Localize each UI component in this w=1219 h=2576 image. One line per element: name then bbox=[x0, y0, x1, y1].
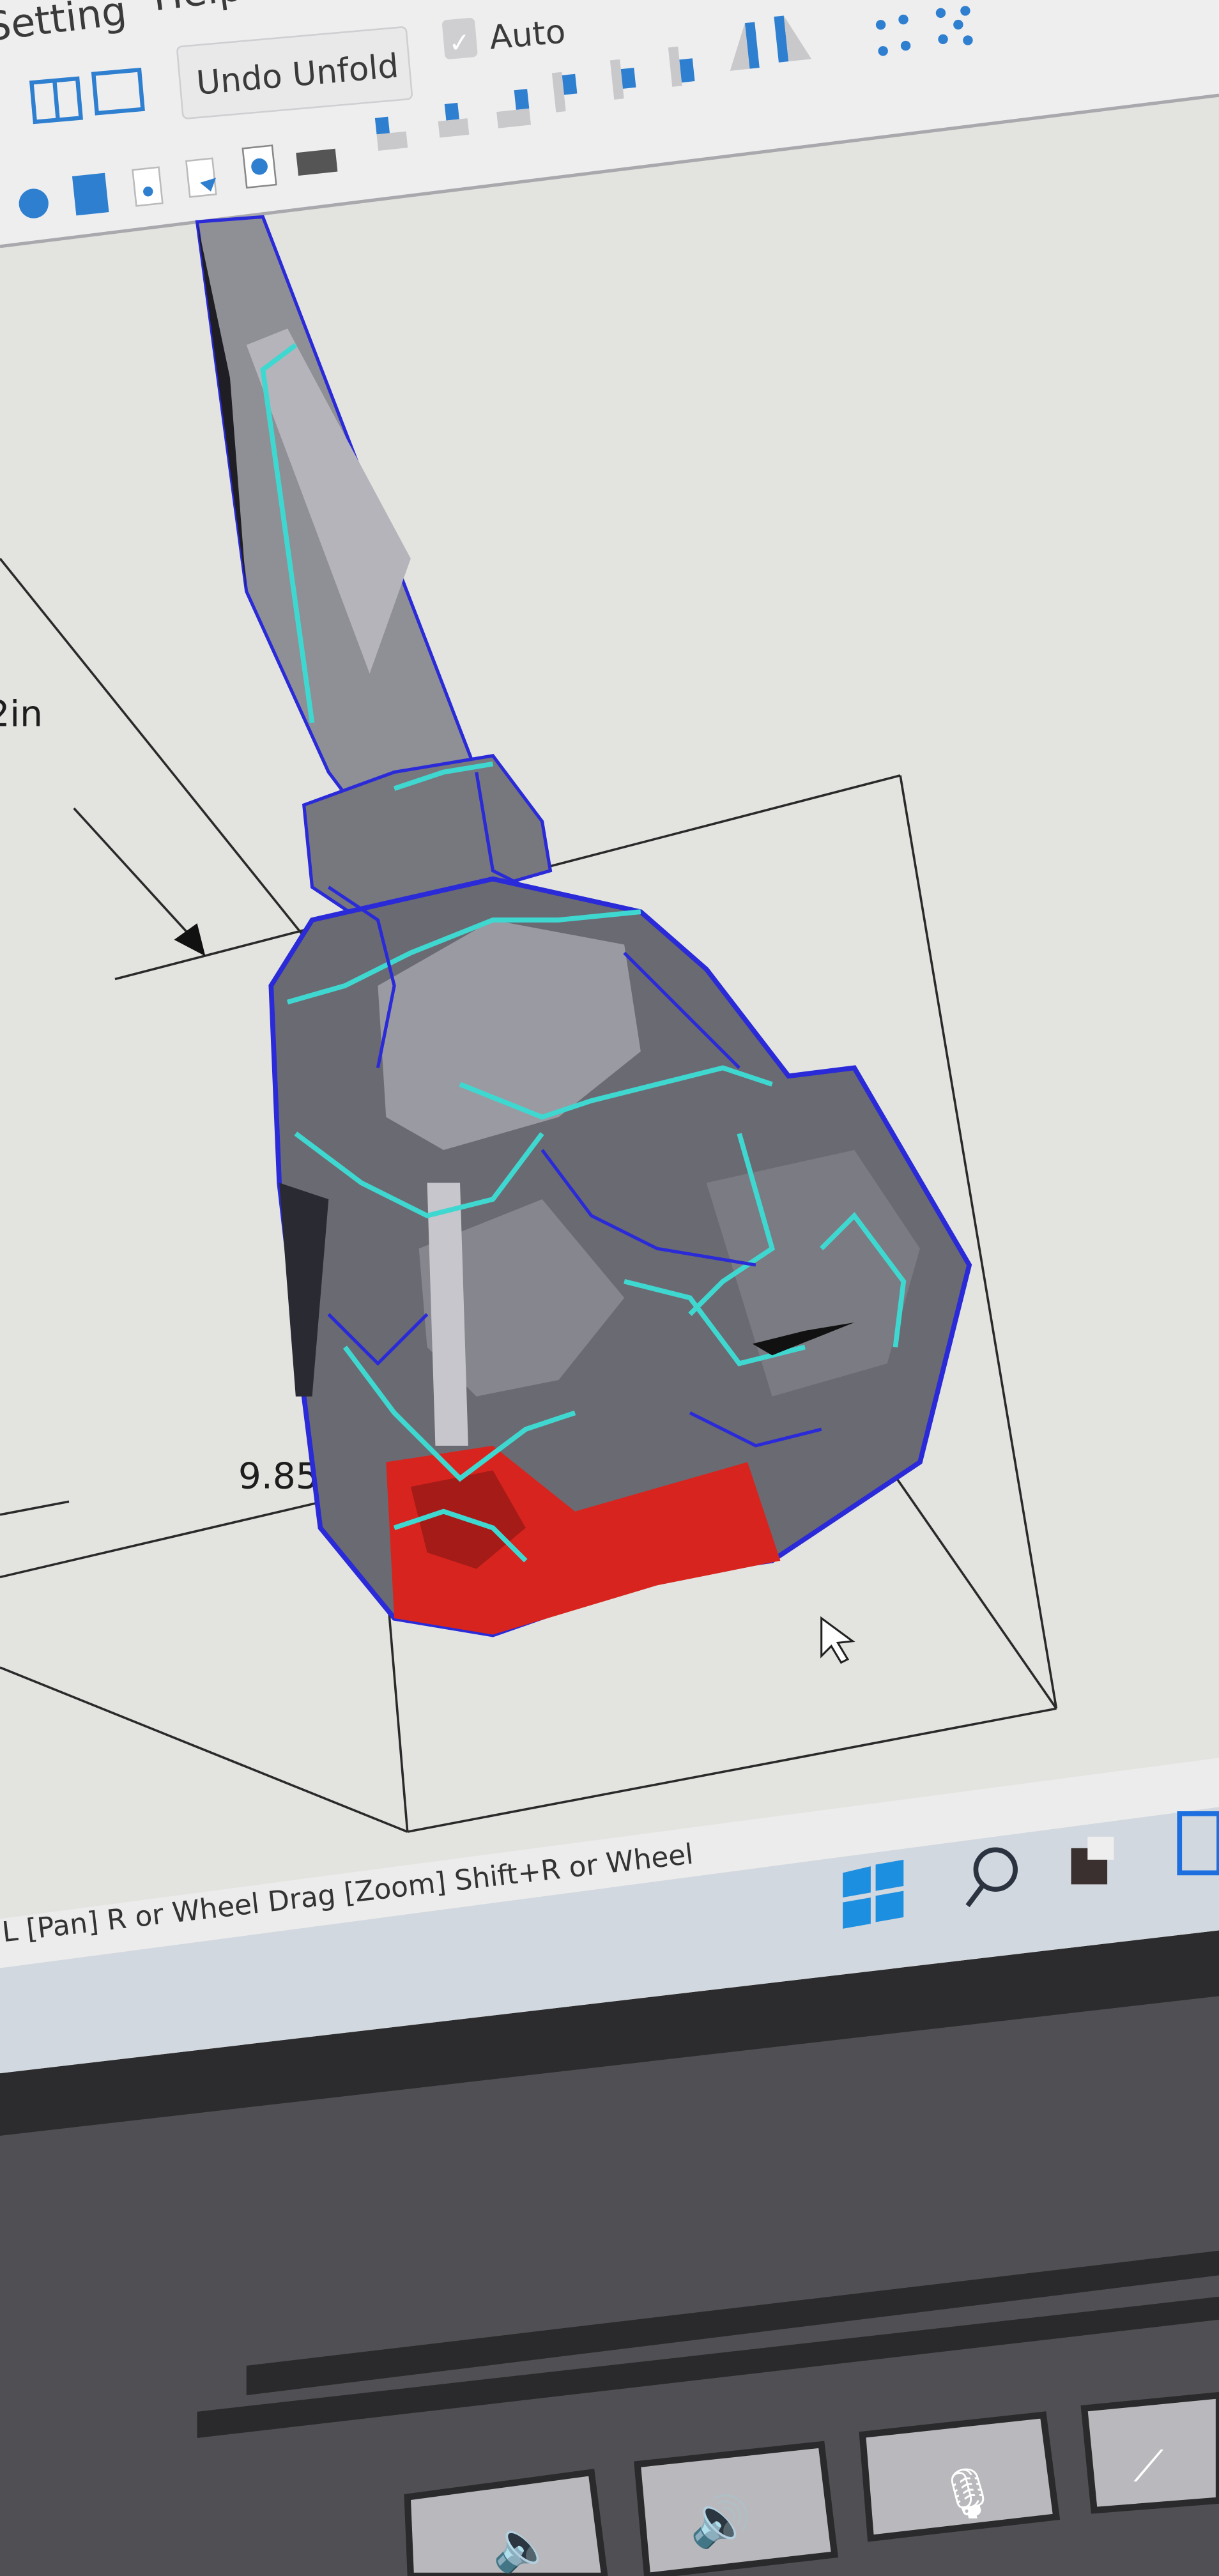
volume-up-icon: 🔊 bbox=[690, 2492, 751, 2551]
photo-scene: 🔈 🔊 🎙 ⟋ Setting Help Undo Unfold ✓ Au bbox=[0, 0, 1219, 2576]
export-icon[interactable] bbox=[185, 157, 217, 198]
rog-icon: ⟋ bbox=[1133, 2442, 1163, 2490]
print-icon[interactable] bbox=[296, 148, 338, 176]
layout-icon[interactable] bbox=[72, 172, 109, 216]
volume-down-icon: 🔈 bbox=[493, 2518, 554, 2575]
check-icon: ✓ bbox=[447, 27, 471, 59]
auto-label: Auto bbox=[487, 13, 567, 57]
mic-mute-icon: 🎙 bbox=[937, 2466, 999, 2521]
page-icon[interactable] bbox=[132, 166, 164, 207]
key-rog[interactable]: ⟋ bbox=[1080, 2391, 1219, 2514]
image-icon[interactable] bbox=[241, 144, 277, 189]
dimension-height-label: 2in bbox=[0, 693, 43, 735]
key-volume-up[interactable]: 🔊 bbox=[634, 2441, 838, 2576]
key-mic-mute[interactable]: 🎙 bbox=[859, 2411, 1061, 2542]
